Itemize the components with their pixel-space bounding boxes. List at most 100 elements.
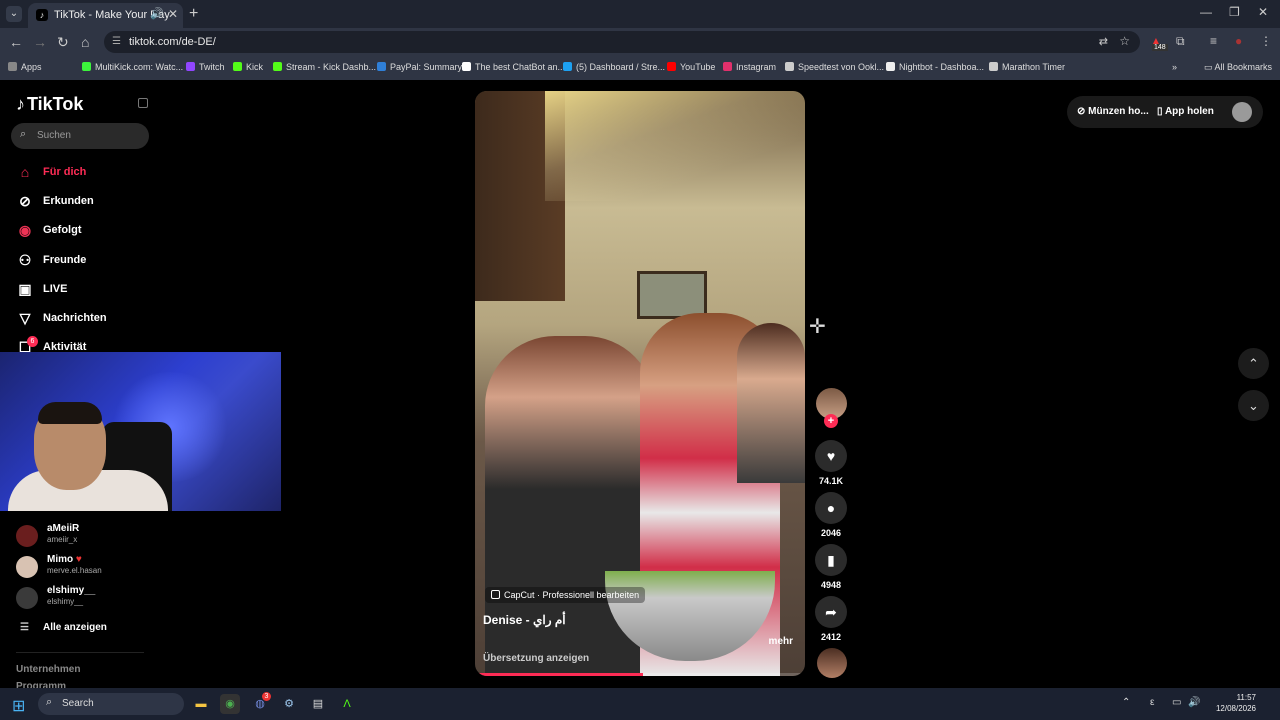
bookmark-favicon-icon	[82, 62, 91, 71]
bookmark-item[interactable]: Speedtest von Ookl...	[785, 62, 884, 72]
previous-video-button[interactable]: ⌃	[1238, 348, 1269, 379]
taskbar-clock[interactable]: 11:57 12/08/2026	[1206, 692, 1256, 714]
url-text: tiktok.com/de-DE/	[129, 36, 216, 48]
compass-icon: ⊘	[19, 193, 31, 209]
browser-menu-icon[interactable]: ⋮	[1260, 34, 1272, 48]
bookmark-label: Apps	[21, 62, 42, 72]
video-progress-bar[interactable]	[475, 673, 805, 676]
extensions-puzzle-icon[interactable]: ⧉	[1176, 34, 1185, 49]
bookmark-favicon-icon	[886, 62, 895, 71]
like-button[interactable]: ♥	[815, 440, 847, 472]
bookmark-favicon-icon	[8, 62, 17, 71]
person-hair	[38, 402, 102, 424]
bookmarks-overflow-icon[interactable]: »	[1172, 62, 1177, 72]
app-window-icon[interactable]: ▤	[308, 694, 328, 714]
footer-link-company[interactable]: Unternehmen	[16, 664, 80, 675]
music-disc[interactable]	[817, 648, 847, 678]
tab-close-icon[interactable]: ✕	[168, 7, 178, 21]
all-bookmarks-button[interactable]: ▭ All Bookmarks	[1204, 62, 1272, 73]
account-item-elshimy[interactable]: elshimy__ elshimy__	[16, 585, 166, 615]
app-label: App holen	[1164, 106, 1214, 117]
restore-icon[interactable]: ❐	[1229, 5, 1240, 19]
show-all-button[interactable]: ☰ Alle anzeigen	[20, 622, 107, 633]
capcut-icon	[491, 590, 500, 599]
tab-search-button[interactable]: ⌄	[6, 6, 22, 22]
follow-plus-icon[interactable]: +	[824, 414, 838, 428]
bookmark-label: Speedtest von Ookl...	[798, 62, 885, 72]
bookmark-item[interactable]: Stream - Kick Dashb...	[273, 62, 376, 72]
home-button-icon[interactable]: ⌂	[81, 34, 89, 50]
search-placeholder: Suchen	[37, 130, 71, 141]
language-indicator[interactable]: ε	[1150, 697, 1154, 708]
bookmark-item[interactable]: (5) Dashboard / Stre...	[563, 62, 665, 72]
video-author[interactable]: Denise - أم راي	[483, 613, 566, 627]
bookmark-star-icon[interactable]: ☆	[1119, 34, 1130, 48]
bookmark-favicon-icon	[563, 62, 572, 71]
video-progress-fill	[475, 673, 644, 676]
account-name: aMeiiR	[47, 523, 80, 534]
bookmark-item[interactable]: MultiKick.com: Watc...	[82, 62, 183, 72]
profile-avatar-icon[interactable]: ●	[1235, 34, 1242, 48]
bookmarks-bar: Apps MultiKick.com: Watc... Twitch Kick Stre…	[0, 56, 1280, 80]
minimize-icon[interactable]: —	[1200, 5, 1212, 19]
chrome-icon[interactable]: ◉	[220, 694, 240, 714]
nav-label: Nachrichten	[43, 312, 107, 324]
site-info-icon[interactable]: ☰	[112, 36, 121, 47]
video-player[interactable]: CapCut · Professionell bearbeiten Denise…	[475, 91, 805, 676]
media-control-icon[interactable]: ≡	[1210, 34, 1217, 48]
save-button[interactable]: ▮	[815, 544, 847, 576]
webcam-overlay	[0, 352, 281, 511]
bookmark-favicon-icon	[233, 62, 242, 71]
get-app-button[interactable]: ▯ App holen	[1157, 106, 1214, 117]
bookmark-item[interactable]: Apps	[8, 62, 42, 72]
bookmark-item[interactable]: Marathon Timer	[989, 62, 1065, 72]
browser-tab-bar: ⌄ ♪ TikTok - Make Your Day 🔊 ✕ + — ❐ ✕	[0, 0, 1280, 28]
address-bar[interactable]: ☰ tiktok.com/de-DE/ ⇄ ☆	[104, 31, 1140, 53]
bookmark-item[interactable]: Instagram	[723, 62, 776, 72]
network-icon[interactable]: ▭	[1172, 697, 1181, 708]
show-translation-button[interactable]: Übersetzung anzeigen	[483, 653, 589, 664]
reload-icon[interactable]: ↻	[57, 34, 69, 51]
obs-icon[interactable]: Λ	[337, 694, 357, 714]
forward-icon[interactable]: →	[33, 34, 47, 50]
live-icon: ▣	[18, 281, 32, 297]
comment-button[interactable]: ●	[815, 492, 847, 524]
file-explorer-icon[interactable]: ▬	[191, 694, 211, 714]
browser-tab[interactable]: ♪ TikTok - Make Your Day 🔊 ✕	[28, 3, 183, 28]
bookmark-item[interactable]: Twitch	[186, 62, 225, 72]
list-icon: ☰	[20, 622, 29, 633]
capcut-label: CapCut · Professionell bearbeiten	[504, 590, 640, 600]
account-item-ameiir[interactable]: aMeiiR ameiir_x	[16, 523, 166, 553]
translate-icon[interactable]: ⇄	[1099, 35, 1108, 48]
volume-icon[interactable]: 🔊	[1188, 697, 1200, 708]
tray-overflow-icon[interactable]: ⌃	[1122, 697, 1130, 708]
bookmark-item[interactable]: The best ChatBot an...	[462, 62, 565, 72]
video-person-right	[737, 323, 805, 483]
account-item-mimo[interactable]: Mimo ♥ merve.el.hasan	[16, 554, 166, 584]
steam-icon[interactable]: ⚙	[279, 694, 299, 714]
capcut-tag[interactable]: CapCut · Professionell bearbeiten	[485, 587, 646, 603]
profile-avatar[interactable]	[1232, 102, 1252, 122]
bookmark-item[interactable]: Nightbot - Dashboa...	[886, 62, 984, 72]
bookmark-label: The best ChatBot an...	[475, 62, 566, 72]
windows-start-icon[interactable]: ⊞	[12, 696, 25, 716]
taskbar-search[interactable]: ⌕ Search	[38, 693, 184, 715]
collapse-sidebar-icon[interactable]	[138, 98, 148, 108]
get-coins-button[interactable]: ⊘ Münzen ho...	[1077, 106, 1149, 117]
window-close-icon[interactable]: ✕	[1258, 5, 1268, 19]
bookmark-item[interactable]: YouTube	[667, 62, 715, 72]
more-button[interactable]: mehr	[769, 636, 793, 647]
avatar	[16, 525, 38, 547]
share-button[interactable]: ➦	[815, 596, 847, 628]
next-video-button[interactable]: ⌄	[1238, 390, 1269, 421]
speaker-icon[interactable]: 🔊	[150, 7, 164, 20]
friends-icon: ⚇	[18, 252, 32, 268]
bookmark-item[interactable]: Kick	[233, 62, 263, 72]
tiktok-logo[interactable]: ♪ TikTok	[16, 94, 83, 115]
nav-label: Erkunden	[43, 195, 94, 207]
new-tab-button[interactable]: +	[189, 5, 198, 23]
phone-icon: ▯	[1157, 106, 1163, 117]
back-icon[interactable]: ←	[9, 34, 23, 50]
bookmark-item[interactable]: PayPal: Summary	[377, 62, 462, 72]
search-input[interactable]: ⌕ Suchen	[11, 123, 149, 149]
